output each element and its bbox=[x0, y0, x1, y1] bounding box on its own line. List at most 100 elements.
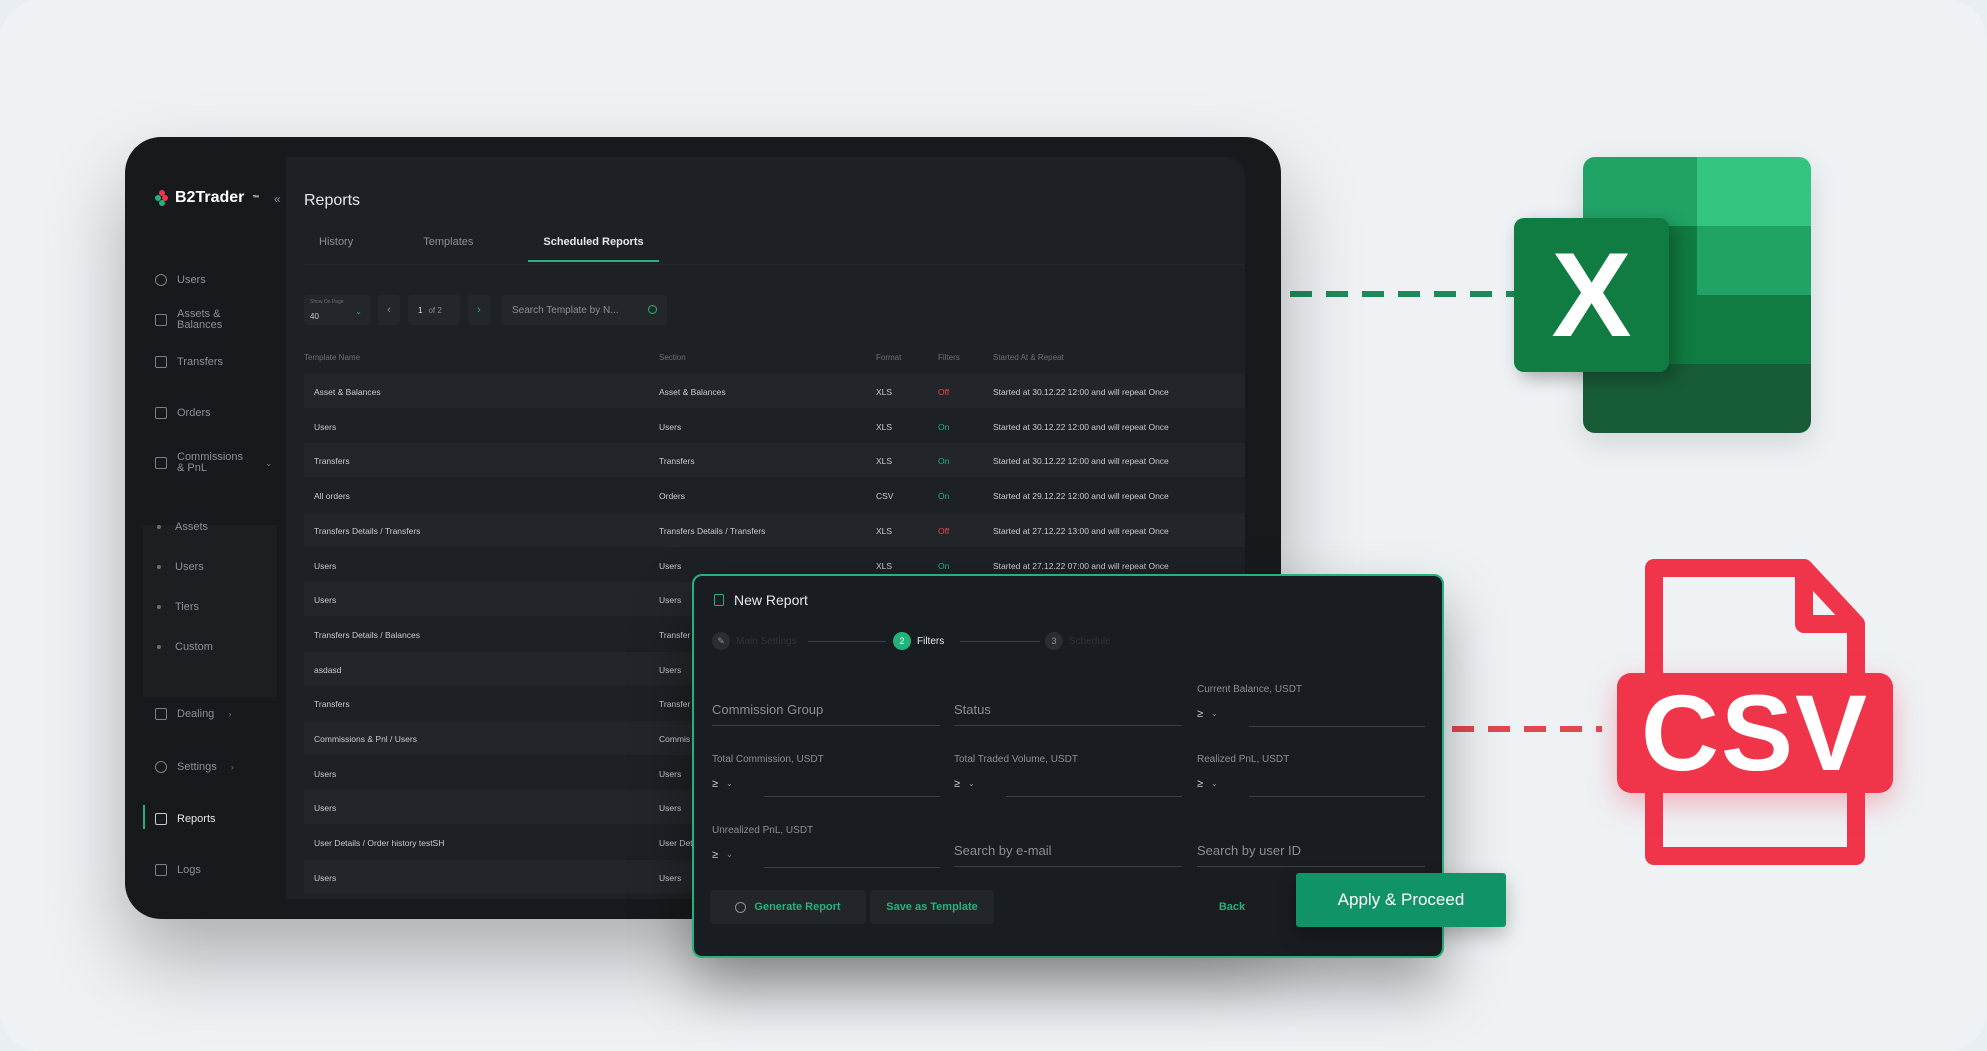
table-row[interactable]: Transfers Transfers XLS On Started at 30.12.… bbox=[304, 443, 1245, 478]
cell-section: Transfer bbox=[659, 699, 691, 710]
per-page-value: 40 bbox=[310, 312, 319, 321]
cell-name: Commissions & Pnl / Users bbox=[314, 734, 417, 744]
button-label: Save as Template bbox=[886, 901, 978, 913]
back-button[interactable]: Back bbox=[1202, 890, 1262, 924]
generate-report-button[interactable]: Generate Report bbox=[710, 890, 866, 924]
operator-select[interactable]: ≥ bbox=[954, 778, 960, 790]
page-indicator[interactable]: 1 of 2 bbox=[408, 295, 460, 325]
search-template-input[interactable]: Search Template by N... bbox=[502, 295, 667, 325]
sidebar-subitem-users[interactable]: Users bbox=[157, 561, 204, 573]
bullet-icon bbox=[157, 565, 161, 569]
current-balance-filter[interactable]: Current Balance, USDT ≥ ⌄ bbox=[1197, 684, 1425, 727]
cell-format: XLS bbox=[876, 456, 893, 467]
column-header-filters[interactable]: Filters bbox=[938, 353, 960, 362]
logs-icon bbox=[155, 864, 167, 876]
chevron-right-icon: › bbox=[228, 708, 232, 719]
cell-name: Users bbox=[314, 421, 337, 432]
search-email-input[interactable]: Search by e-mail bbox=[954, 831, 1182, 867]
step-main-settings[interactable]: ✎ Main Settings bbox=[712, 632, 797, 650]
unrealized-pnl-filter[interactable]: Unrealized PnL, USDT ≥ ⌄ bbox=[712, 825, 940, 868]
sidebar-item-assets-balances[interactable]: Assets & Balances bbox=[155, 309, 255, 331]
input-underline bbox=[764, 867, 940, 868]
column-header-section[interactable]: Section bbox=[659, 353, 686, 362]
sidebar-item-orders[interactable]: Orders bbox=[155, 407, 211, 419]
cell-section: Asset & Balances bbox=[659, 387, 726, 397]
column-header-format[interactable]: Format bbox=[876, 353, 901, 362]
sidebar-subitem-tiers[interactable]: Tiers bbox=[157, 601, 199, 613]
table-controls: Show On Page 40 ⌄ ‹ 1 of 2 › Search Temp… bbox=[304, 295, 667, 325]
cell-started: Started at 27.12.22 13:00 and will repea… bbox=[993, 525, 1169, 536]
column-header-started[interactable]: Started At & Repeat bbox=[993, 353, 1064, 362]
tab-bar: History Templates Scheduled Reports bbox=[304, 232, 659, 262]
operator-select[interactable]: ≥ bbox=[712, 778, 718, 790]
sidebar-item-users[interactable]: Users bbox=[155, 274, 206, 286]
cell-section: Transfers Details / Transfers bbox=[659, 525, 766, 536]
search-user-id-input[interactable]: Search by user ID bbox=[1197, 831, 1425, 867]
excel-connector bbox=[1290, 291, 1520, 297]
bullet-icon bbox=[157, 645, 161, 649]
cell-filters: On bbox=[938, 456, 950, 467]
sidebar-item-reports[interactable]: Reports bbox=[155, 813, 216, 825]
prev-page-button[interactable]: ‹ bbox=[378, 295, 400, 325]
cell-started: Started at 29.12.22 12:00 and will repea… bbox=[993, 491, 1169, 502]
cell-name: All orders bbox=[314, 491, 350, 502]
cell-name: Transfers bbox=[314, 699, 350, 710]
cell-format: CSV bbox=[876, 491, 894, 502]
save-template-button[interactable]: Save as Template bbox=[870, 890, 994, 924]
realized-pnl-filter[interactable]: Realized PnL, USDT ≥ ⌄ bbox=[1197, 754, 1425, 797]
operator-select[interactable]: ≥ bbox=[1197, 778, 1203, 790]
brand-logo[interactable]: B2Trader ™ bbox=[155, 189, 259, 207]
sidebar-subitem-label: Users bbox=[175, 561, 204, 573]
user-icon bbox=[155, 274, 167, 286]
table-row[interactable]: All orders Orders CSV On Started at 29.12.22… bbox=[304, 478, 1245, 512]
per-page-select[interactable]: Show On Page 40 ⌄ bbox=[304, 295, 370, 325]
step-number: 3 bbox=[1045, 632, 1063, 650]
sidebar-item-logs[interactable]: Logs bbox=[155, 864, 201, 876]
sidebar-item-transfers[interactable]: Transfers bbox=[155, 356, 223, 368]
column-header-template-name[interactable]: Template Name bbox=[304, 353, 360, 362]
commission-group-select[interactable]: Commission Group bbox=[712, 690, 940, 726]
step-label: Schedule bbox=[1069, 635, 1111, 647]
step-filters[interactable]: 2 Filters bbox=[893, 632, 944, 650]
chevron-down-icon: ⌄ bbox=[1211, 779, 1218, 788]
cell-section: Users bbox=[659, 421, 682, 432]
step-label: Filters bbox=[917, 635, 945, 647]
cell-section: Transfer bbox=[659, 629, 691, 640]
total-commission-filter[interactable]: Total Commission, USDT ≥ ⌄ bbox=[712, 754, 940, 797]
chevron-down-icon: ⌄ bbox=[726, 779, 733, 788]
apply-proceed-button[interactable]: Apply & Proceed bbox=[1296, 873, 1506, 927]
sidebar-subitem-assets[interactable]: Assets bbox=[157, 521, 208, 533]
sidebar-item-settings[interactable]: Settings › bbox=[155, 761, 234, 773]
table-row[interactable]: Asset & Balances Asset & Balances XLS Off St… bbox=[304, 374, 1245, 408]
cell-format: XLS bbox=[876, 560, 893, 571]
transfer-icon bbox=[155, 356, 167, 368]
chevron-down-icon: ⌄ bbox=[355, 307, 362, 316]
tab-history[interactable]: History bbox=[304, 232, 368, 262]
operator-select[interactable]: ≥ bbox=[1197, 708, 1203, 720]
cell-section: Users bbox=[659, 768, 682, 779]
active-nav-indicator bbox=[143, 805, 145, 829]
sidebar-subitem-custom[interactable]: Custom bbox=[157, 641, 213, 653]
cell-name: asdasd bbox=[314, 664, 342, 675]
tab-templates[interactable]: Templates bbox=[408, 232, 488, 262]
chevron-down-icon: ⌄ bbox=[968, 779, 975, 788]
table-row[interactable]: Users Users XLS On Started at 30.12.22 12:00… bbox=[304, 409, 1245, 443]
cell-section: Users bbox=[659, 872, 682, 883]
status-select[interactable]: Status bbox=[954, 690, 1182, 726]
step-schedule[interactable]: 3 Schedule bbox=[1045, 632, 1111, 650]
cell-name: Transfers Details / Balances bbox=[314, 629, 420, 640]
input-underline bbox=[764, 796, 940, 797]
per-page-label: Show On Page bbox=[310, 299, 344, 305]
bullet-icon bbox=[157, 605, 161, 609]
field-placeholder: Commission Group bbox=[712, 702, 824, 717]
next-page-button[interactable]: › bbox=[468, 295, 490, 325]
sidebar-item-commissions-pnl[interactable]: Commissions & PnL ⌄ bbox=[155, 452, 273, 474]
collapse-sidebar-button[interactable]: « bbox=[274, 192, 281, 206]
document-icon bbox=[714, 594, 724, 606]
tab-scheduled-reports[interactable]: Scheduled Reports bbox=[528, 232, 659, 262]
operator-select[interactable]: ≥ bbox=[712, 849, 718, 861]
total-traded-volume-filter[interactable]: Total Traded Volume, USDT ≥ ⌄ bbox=[954, 754, 1182, 797]
table-row[interactable]: Transfers Details / Transfers Transfers D… bbox=[304, 512, 1245, 547]
sidebar-item-dealing[interactable]: Dealing › bbox=[155, 708, 231, 720]
cell-name: Users bbox=[314, 560, 337, 571]
